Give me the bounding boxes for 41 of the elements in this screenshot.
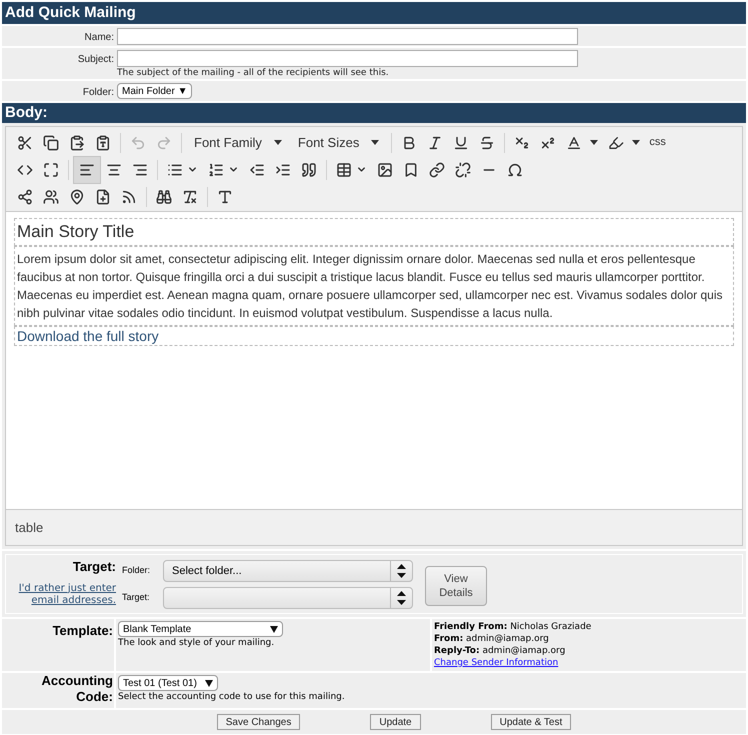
field-label: Subject: bbox=[76, 53, 115, 67]
action-button[interactable]: Save Changes bbox=[216, 714, 300, 730]
underlined-letter-icon bbox=[566, 134, 582, 150]
sender-info: Friendly From: Nicholas Graziade bbox=[434, 621, 592, 633]
folder-label: Folder: bbox=[121, 564, 152, 578]
target-field-label: Target: bbox=[121, 591, 151, 604]
status-bar: table bbox=[6, 509, 742, 545]
field-label: Name: bbox=[84, 31, 115, 45]
story-paragraph: Lorem ipsum dolor sit amet, consectetur adipiscing elit. Integer dignissim ornare dolor. Maecenas sed nulla et eros pellentesque faucibus at non tortor. Quisque fringilla orci a dui suscipit a tristique lacus blandit. Fusce eu tellus sed mauris ullamcorper porttitor. Maecenas eu imperdiet est. Aenean magna quam, ornare posuere ullamcorper sed, ullamcorper nec est. Vivamus sodales dolor quis nibh pulvinar vitae sodales odio tincidunt. In euismod volutpat vestibulum. Suspendisse a lacus nulla. bbox=[14, 246, 734, 326]
up-down-arrows-icon bbox=[397, 564, 406, 578]
dropdown-arrow-icon bbox=[270, 626, 278, 632]
template-select[interactable]: Blank Template bbox=[118, 621, 283, 637]
font-sizes-dropdown[interactable]: Font Sizes bbox=[290, 128, 388, 156]
dropdown-arrow-icon bbox=[205, 680, 213, 686]
change-sender-link[interactable]: Change Sender Information bbox=[434, 657, 592, 669]
help-text: The subject of the mailing - all of the recipients will see this. bbox=[117, 67, 390, 80]
subject-field[interactable] bbox=[117, 50, 578, 67]
align-left-icon[interactable] bbox=[73, 156, 101, 184]
css-button[interactable]: css bbox=[645, 128, 670, 156]
folder-select[interactable]: Select folder... bbox=[163, 560, 413, 582]
action-button[interactable]: Update & Test bbox=[490, 714, 572, 730]
folder-select[interactable]: Main Folder ▼ bbox=[117, 83, 192, 99]
accounting-code-label: Accounting Code: bbox=[40, 673, 114, 706]
help-text: The look and style of your mailing. bbox=[118, 637, 276, 650]
sender-info: From: admin@iamap.org bbox=[434, 633, 550, 645]
highlighter-icon bbox=[608, 134, 624, 150]
section-title: Body: bbox=[2, 103, 746, 123]
action-button[interactable]: Update bbox=[370, 714, 421, 730]
font-family-dropdown[interactable]: Font Family bbox=[186, 128, 290, 156]
accounting-code-select[interactable]: Test 01 (Test 01) bbox=[118, 675, 218, 691]
name-field[interactable] bbox=[117, 28, 578, 45]
up-down-arrows-icon bbox=[397, 591, 406, 605]
email-addresses-link[interactable]: I'd rather just enter email addresses. bbox=[6, 582, 116, 606]
target-label: Target: bbox=[72, 558, 116, 576]
help-text: Select the accounting code to use for this mailing. bbox=[118, 691, 345, 704]
template-label: Template: bbox=[52, 622, 114, 640]
story-heading: Main Story Title bbox=[14, 218, 734, 246]
sender-info: Reply-To: admin@iamap.org bbox=[434, 645, 566, 657]
field-label: Folder: bbox=[82, 86, 115, 100]
page-title: Add Quick Mailing bbox=[2, 2, 746, 24]
view-details-button[interactable]: View Details bbox=[425, 566, 487, 606]
